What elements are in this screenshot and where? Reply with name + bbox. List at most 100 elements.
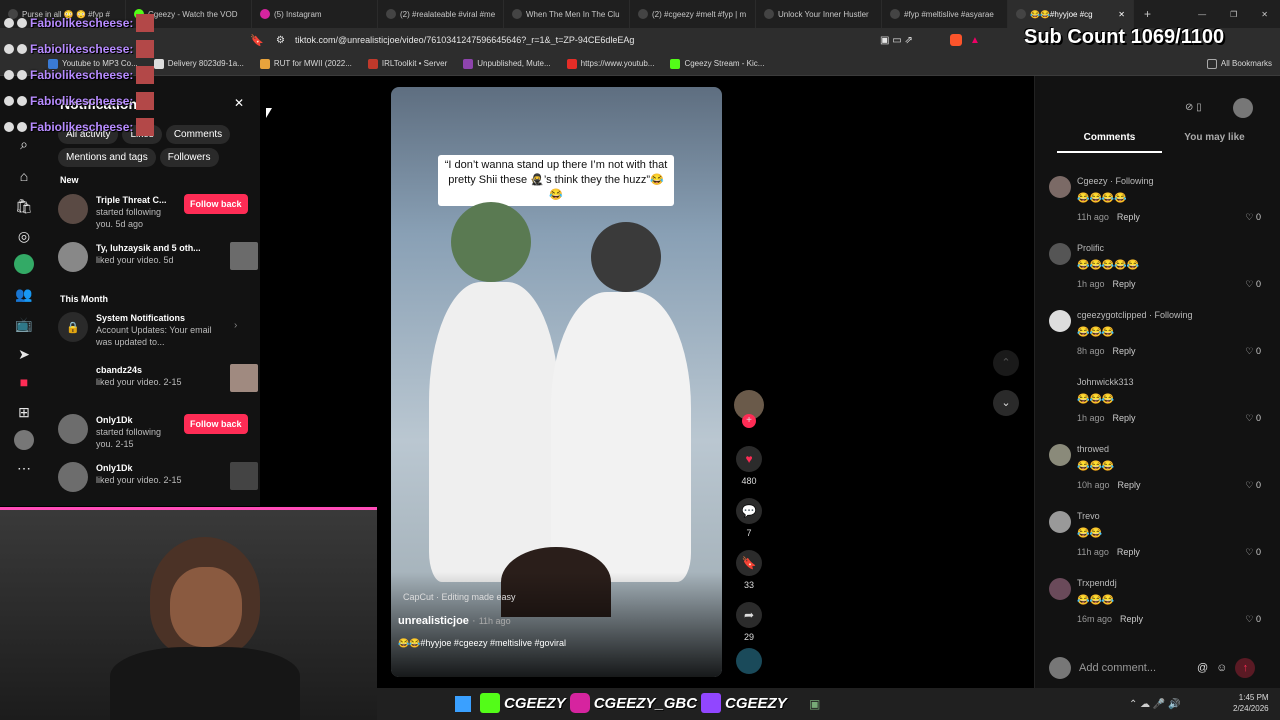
post-comment-button[interactable]: ↑: [1235, 658, 1256, 678]
comment-like[interactable]: ♡ 0: [1245, 614, 1261, 625]
notification-item[interactable]: Triple Threat C... started following you.…: [58, 194, 258, 230]
music-disc[interactable]: [732, 648, 766, 678]
bookmark-star-icon[interactable]: 🔖: [250, 34, 264, 47]
notification-item[interactable]: cbandz24s liked your video. 2-15: [58, 364, 258, 394]
mention-icon[interactable]: @: [1197, 662, 1208, 674]
filter-mentions[interactable]: Mentions and tags: [58, 148, 156, 167]
add-comment-input[interactable]: Add comment...: [1079, 662, 1189, 674]
avatar[interactable]: [1049, 444, 1071, 466]
comment-button[interactable]: 💬 7: [732, 498, 766, 538]
browser-tab[interactable]: (5) Instagram: [252, 0, 378, 28]
taskbar-app-icon[interactable]: ▣: [809, 697, 820, 711]
new-tab-icon[interactable]: +: [1134, 7, 1161, 21]
reply-button[interactable]: Reply: [1113, 413, 1136, 423]
filter-followers[interactable]: Followers: [159, 148, 219, 167]
site-info-icon[interactable]: ⚙: [276, 35, 285, 46]
comment-like[interactable]: ♡ 0: [1245, 413, 1261, 424]
video-thumbnail[interactable]: [230, 462, 258, 490]
close-window-icon[interactable]: ✕: [1249, 10, 1280, 19]
avatar[interactable]: [1049, 243, 1071, 265]
avatar[interactable]: [1049, 377, 1071, 399]
reply-button[interactable]: Reply: [1113, 346, 1136, 356]
avatar[interactable]: [1049, 578, 1071, 600]
emoji-icon[interactable]: ☺: [1216, 662, 1227, 674]
reply-button[interactable]: Reply: [1117, 212, 1140, 222]
comment-like[interactable]: ♡ 0: [1245, 547, 1261, 558]
bookmark-item[interactable]: IRLToolkit • Server: [360, 58, 455, 69]
following-avatar-icon[interactable]: [14, 254, 34, 274]
home-icon[interactable]: ⌂: [14, 166, 34, 186]
save-button[interactable]: 🔖 33: [732, 550, 766, 590]
reply-button[interactable]: Reply: [1113, 279, 1136, 289]
avatar[interactable]: [1049, 511, 1071, 533]
comment-like[interactable]: ♡ 0: [1245, 212, 1261, 223]
video-hashtags[interactable]: 😂😂#hyyjoe #cgeezy #meltislive #goviral: [398, 638, 566, 649]
extensions-icon[interactable]: ▣ ▭ ⇗: [880, 35, 913, 46]
comment-like[interactable]: ♡ 0: [1245, 480, 1261, 491]
messages-icon[interactable]: ➤: [14, 344, 34, 364]
browser-extension-icons[interactable]: ⊘ ▯: [1185, 102, 1202, 113]
live-icon[interactable]: 📺: [14, 314, 34, 334]
follow-plus-icon[interactable]: +: [742, 414, 756, 428]
inbox-icon[interactable]: ■: [14, 372, 34, 392]
notification-item[interactable]: 🔒 System Notifications Account Updates: Y…: [58, 312, 258, 348]
creator-avatar[interactable]: +: [732, 390, 766, 428]
video-player[interactable]: “I don’t wanna stand up there I’m not wi…: [391, 87, 722, 677]
notification-item[interactable]: Ty, luhzaysik and 5 oth... liked your vid…: [58, 242, 258, 272]
share-button[interactable]: ➦ 29: [732, 602, 766, 642]
explore-icon[interactable]: ◎: [14, 226, 34, 246]
avatar[interactable]: [1049, 310, 1071, 332]
follow-back-button[interactable]: Follow back: [184, 414, 248, 434]
notification-item[interactable]: Only1Dk liked your video. 2-15: [58, 462, 258, 492]
taskbar-clock[interactable]: 1:45 PM 2/24/2026: [1233, 692, 1269, 714]
follow-back-button[interactable]: Follow back: [184, 194, 248, 214]
browser-tab[interactable]: Unlock Your Inner Hustler: [756, 0, 882, 28]
reply-button[interactable]: Reply: [1118, 480, 1141, 490]
profile-avatar-icon[interactable]: [14, 430, 34, 450]
notification-item[interactable]: Only1Dk started following you. 2-15 Follo…: [58, 414, 258, 450]
close-tab-icon[interactable]: ✕: [1118, 10, 1125, 19]
tab-you-may-like[interactable]: You may like: [1162, 132, 1267, 153]
browser-tab[interactable]: (2) #cgeezy #melt #fyp | m: [630, 0, 756, 28]
bookmark-item[interactable]: Unpublished, Mute...: [455, 58, 558, 69]
like-button[interactable]: ♥ 480: [732, 446, 766, 486]
bookmark-item[interactable]: RUT for MWII (2022...: [252, 58, 360, 69]
comment-author[interactable]: Prolific: [1077, 243, 1104, 253]
prev-video-button[interactable]: ⌃: [993, 350, 1019, 376]
brave-shield-icon[interactable]: [950, 34, 962, 46]
browser-tab[interactable]: #fyp #meltislive #asyarae: [882, 0, 1008, 28]
rewards-icon[interactable]: ▲: [970, 35, 980, 46]
tab-comments[interactable]: Comments: [1057, 132, 1162, 153]
bookmark-item[interactable]: https://www.youtub...: [559, 58, 663, 69]
minimize-icon[interactable]: —: [1186, 10, 1218, 19]
next-video-button[interactable]: ⌄: [993, 390, 1019, 416]
comment-author[interactable]: Trxpenddj: [1077, 578, 1117, 588]
profile-avatar-icon[interactable]: [1233, 98, 1253, 118]
more-icon[interactable]: ⋯: [14, 458, 34, 478]
comment-author[interactable]: cgeezygotclipped · Following: [1077, 310, 1193, 320]
comment-like[interactable]: ♡ 0: [1245, 279, 1261, 290]
upload-icon[interactable]: ⊞: [14, 402, 34, 422]
comment-author[interactable]: throwed: [1077, 444, 1109, 454]
windows-start-icon[interactable]: [455, 696, 471, 712]
browser-tab[interactable]: (2) #realateable #viral #me: [378, 0, 504, 28]
tray-icons[interactable]: ⌃ ☁ 🎤 🔊: [1129, 699, 1181, 710]
capcut-label[interactable]: CapCut · Editing made easy: [403, 592, 516, 602]
reply-button[interactable]: Reply: [1117, 547, 1140, 557]
maximize-icon[interactable]: ❐: [1218, 10, 1249, 19]
url-field[interactable]: tiktok.com/@unrealisticjoe/video/7610341…: [295, 35, 855, 45]
comment-author[interactable]: Johnwickk313: [1077, 377, 1134, 387]
comment-author[interactable]: Cgeezy · Following: [1077, 176, 1154, 186]
all-bookmarks[interactable]: All Bookmarks: [1199, 58, 1280, 69]
browser-tab-active[interactable]: 😂😂#hyyjoe #cg ✕: [1008, 0, 1134, 28]
chevron-right-icon[interactable]: ›: [234, 320, 237, 348]
friends-icon[interactable]: 👥: [14, 284, 34, 304]
reply-button[interactable]: Reply: [1120, 614, 1143, 624]
browser-tab[interactable]: When The Men In The Clu: [504, 0, 630, 28]
avatar[interactable]: [1049, 176, 1071, 198]
comment-like[interactable]: ♡ 0: [1245, 346, 1261, 357]
shop-icon[interactable]: 🛍: [14, 196, 34, 216]
author-name[interactable]: unrealisticjoe: [398, 615, 469, 627]
bookmark-item[interactable]: Cgeezy Stream - Kic...: [662, 58, 772, 69]
video-thumbnail[interactable]: [230, 242, 258, 270]
